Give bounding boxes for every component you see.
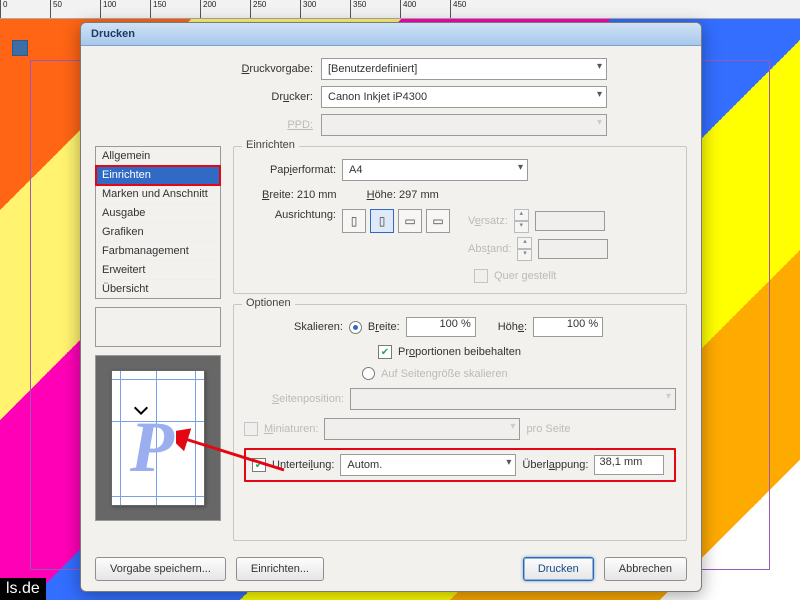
keep-proportions-label: Proportionen beibehalten [398, 346, 521, 358]
print-button[interactable]: Drucken [523, 557, 594, 581]
section-item-color[interactable]: Farbmanagement [96, 242, 220, 261]
scale-height-input[interactable]: 100 % [533, 317, 603, 337]
printer-label: Drucker: [95, 91, 313, 103]
print-dialog: Drucken Druckvorgabe: [Benutzerdefiniert… [80, 22, 702, 592]
tiling-row-highlight: ✔ Unterteilung: Autom. Überlappung: 38,1… [244, 448, 676, 482]
page-preview: P [95, 355, 221, 521]
ppd-select [321, 114, 607, 136]
orientation-portrait-icon[interactable]: ▯ [342, 209, 366, 233]
orientation-landscape-flip-icon[interactable]: ▭ [426, 209, 450, 233]
overlap-input[interactable]: 38,1 mm [594, 455, 664, 475]
dialog-buttons: Vorgabe speichern... Einrichten... Druck… [95, 551, 687, 581]
printer-select[interactable]: Canon Inkjet iP4300 [321, 86, 607, 108]
ruler-horizontal: 050100150200250300350400450 [0, 0, 800, 19]
scale-width-label: Breite: [368, 321, 400, 333]
gap-label: Abstand: [468, 243, 511, 255]
transverse-checkbox [474, 269, 488, 283]
orientation-portrait-flip-icon[interactable]: ▯ [370, 209, 394, 233]
height-readout: Höhe: 297 mm [367, 189, 439, 201]
keep-proportions-checkbox[interactable]: ✔ [378, 345, 392, 359]
gap-input [538, 239, 608, 259]
preset-label: Druckvorgabe: [95, 63, 313, 75]
thumbnails-select [324, 418, 520, 440]
section-item-setup[interactable]: Einrichten [96, 166, 220, 185]
ppd-label: PPD: [95, 119, 313, 131]
preset-select[interactable]: [Benutzerdefiniert] [321, 58, 607, 80]
offset-input [535, 211, 605, 231]
section-item-general[interactable]: Allgemein [96, 147, 220, 166]
dialog-titlebar: Drucken [81, 23, 701, 46]
section-list[interactable]: Allgemein Einrichten Marken und Anschnit… [95, 146, 221, 299]
page-setup-button[interactable]: Einrichten... [236, 557, 324, 581]
watermark-label: ls.de [0, 578, 46, 600]
section-item-output[interactable]: Ausgabe [96, 204, 220, 223]
options-title: Optionen [242, 297, 295, 309]
setup-title: Einrichten [242, 139, 299, 151]
tiling-label: Unterteilung: [272, 459, 334, 471]
scale-width-radio[interactable] [349, 321, 362, 334]
preview-page: P [111, 370, 205, 506]
width-readout: Breite: 210 mm [262, 189, 337, 201]
section-description [95, 307, 221, 347]
options-fieldset: Optionen Skalieren: Breite: 100 % Höhe: … [233, 304, 687, 541]
page-position-select [350, 388, 676, 410]
offset-label: Versatz: [468, 215, 508, 227]
scale-to-page-radio[interactable] [362, 367, 375, 380]
section-item-summary[interactable]: Übersicht [96, 280, 220, 298]
scale-height-label: Höhe: [498, 321, 527, 333]
save-preset-button[interactable]: Vorgabe speichern... [95, 557, 226, 581]
transverse-label: Quer gestellt [494, 270, 556, 282]
section-item-marks[interactable]: Marken und Anschnitt [96, 185, 220, 204]
paperformat-label: Papierformat: [244, 164, 336, 176]
paperformat-select[interactable]: A4 [342, 159, 528, 181]
scale-width-input[interactable]: 100 % [406, 317, 476, 337]
setup-fieldset: Einrichten Papierformat: A4 Breite: 210 … [233, 146, 687, 294]
orientation-landscape-icon[interactable]: ▭ [398, 209, 422, 233]
orientation-label: Ausrichtung: [244, 209, 336, 221]
panel-toggle-icon[interactable] [12, 40, 28, 56]
thumbnails-label: Miniaturen: [264, 423, 318, 435]
per-page-label: pro Seite [526, 423, 570, 435]
scale-to-page-label: Auf Seitengröße skalieren [381, 368, 508, 380]
dialog-title: Drucken [91, 28, 135, 40]
tiling-checkbox[interactable]: ✔ [252, 458, 266, 472]
tiling-select[interactable]: Autom. [340, 454, 516, 476]
overlap-label: Überlappung: [522, 459, 588, 471]
thumbnails-checkbox [244, 422, 258, 436]
page-position-label: Seitenposition: [244, 393, 344, 405]
cancel-button[interactable]: Abbrechen [604, 557, 687, 581]
scale-label: Skalieren: [294, 321, 343, 333]
section-item-graphics[interactable]: Grafiken [96, 223, 220, 242]
section-item-advanced[interactable]: Erweitert [96, 261, 220, 280]
